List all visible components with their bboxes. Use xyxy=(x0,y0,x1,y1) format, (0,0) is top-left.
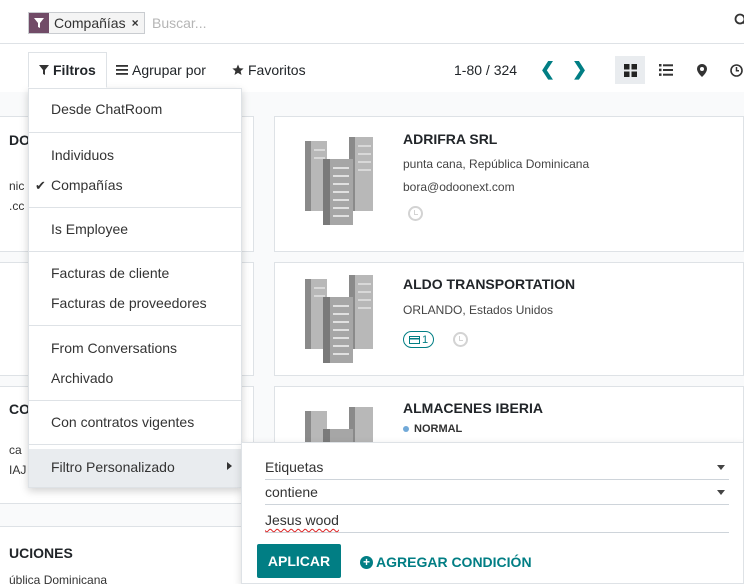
card-text-fragment: nic xyxy=(9,179,25,193)
card-email: bora@odoonext.com xyxy=(403,180,515,194)
search-bar: Compañías × xyxy=(0,0,744,44)
card-text-fragment: ca xyxy=(9,443,22,457)
control-panel: Filtros Agrupar por Favoritos 1-80 / 324… xyxy=(0,48,744,92)
card-name: ALMACENES IBERIA xyxy=(403,400,544,416)
custom-filter-label: Filtro Personalizado xyxy=(51,459,175,475)
kanban-card[interactable]: UCIONES ública Dominicana xyxy=(0,526,254,584)
caret-right-icon xyxy=(227,462,232,470)
filters-dropdown: Desde ChatRoom Individuos ✔ Compañías Is… xyxy=(28,88,242,488)
filter-item-from-conversations[interactable]: From Conversations xyxy=(51,340,177,356)
custom-filter-panel: Etiquetas contiene Jesus wood APLICAR + … xyxy=(241,442,744,584)
activity-view-button[interactable] xyxy=(721,56,744,84)
card-status-label: NORMAL xyxy=(414,423,463,435)
facet-label: Compañías xyxy=(54,15,126,31)
check-icon: ✔ xyxy=(35,178,46,193)
status-dot-icon xyxy=(403,426,409,433)
favorites-label: Favoritos xyxy=(248,62,306,78)
star-icon xyxy=(232,64,244,75)
card-location: ORLANDO, Estados Unidos xyxy=(403,303,554,317)
search-facet: Compañías × xyxy=(28,12,145,34)
add-condition-label: AGREGAR CONDICIÓN xyxy=(376,554,532,570)
group-by-button[interactable]: Agrupar por xyxy=(116,62,206,78)
invoice-badge[interactable]: 1 xyxy=(403,331,435,348)
caret-down-icon xyxy=(717,490,725,495)
operator-select-value: contiene xyxy=(265,484,318,500)
caret-down-icon xyxy=(717,465,725,470)
card-icon xyxy=(409,335,420,344)
filter-item-facturas-proveedores[interactable]: Facturas de proveedores xyxy=(51,295,207,311)
value-input[interactable]: Jesus wood xyxy=(265,509,729,533)
divider xyxy=(29,132,241,133)
apply-button[interactable]: APLICAR xyxy=(257,544,341,578)
list-icon xyxy=(659,64,673,76)
divider xyxy=(29,251,241,252)
group-by-icon xyxy=(116,65,128,75)
card-status: NORMAL xyxy=(403,423,462,435)
field-select[interactable]: Etiquetas xyxy=(265,456,729,480)
card-name-fragment: UCIONES xyxy=(9,545,73,561)
search-input[interactable] xyxy=(152,13,552,33)
filter-item-facturas-cliente[interactable]: Facturas de cliente xyxy=(51,265,169,281)
group-by-label: Agrupar por xyxy=(132,62,206,78)
pager-next-icon[interactable]: ❯ xyxy=(572,59,587,80)
activity-clock-icon[interactable] xyxy=(453,332,468,347)
map-marker-icon xyxy=(697,63,707,77)
map-view-button[interactable] xyxy=(687,56,717,84)
filter-item-desde-chatroom[interactable]: Desde ChatRoom xyxy=(51,101,162,117)
clock-icon xyxy=(729,63,743,77)
kanban-view-button[interactable] xyxy=(615,56,645,84)
facet-remove-button[interactable]: × xyxy=(130,16,144,30)
kanban-card[interactable]: ADRIFRA SRL punta cana, República Domini… xyxy=(274,116,744,252)
activity-clock-icon[interactable] xyxy=(408,206,423,221)
card-text-fragment: ública Dominicana xyxy=(9,573,108,584)
card-name-fragment: DO xyxy=(9,132,30,148)
list-view-button[interactable] xyxy=(651,56,681,84)
card-name: ADRIFRA SRL xyxy=(403,131,498,147)
card-name-fragment: CO xyxy=(9,401,30,417)
filter-item-is-employee[interactable]: Is Employee xyxy=(51,221,128,237)
value-input-text: Jesus wood xyxy=(265,512,339,528)
company-building-image xyxy=(305,275,373,363)
filter-facet-icon xyxy=(29,13,49,33)
filter-icon xyxy=(39,65,49,75)
divider xyxy=(29,325,241,326)
pager-value[interactable]: 1-80 / 324 xyxy=(454,62,517,78)
filter-item-companias[interactable]: Compañías xyxy=(51,177,123,193)
filters-button[interactable]: Filtros xyxy=(28,52,107,88)
pager-previous-icon[interactable]: ❮ xyxy=(540,59,555,80)
company-building-image xyxy=(305,137,373,225)
add-condition-button[interactable]: + AGREGAR CONDICIÓN xyxy=(360,554,532,570)
custom-filter-toggle[interactable]: Filtro Personalizado xyxy=(29,449,241,487)
filters-label: Filtros xyxy=(53,62,96,78)
filter-item-contratos-vigentes[interactable]: Con contratos vigentes xyxy=(51,414,194,430)
divider xyxy=(29,207,241,208)
card-text-fragment: .cc xyxy=(9,199,25,213)
field-select-value: Etiquetas xyxy=(265,459,324,475)
kanban-card[interactable]: ALDO TRANSPORTATION ORLANDO, Estados Uni… xyxy=(274,262,744,376)
card-location: punta cana, República Dominicana xyxy=(403,157,590,171)
divider xyxy=(29,400,241,401)
filter-item-individuos[interactable]: Individuos xyxy=(51,147,114,163)
card-text-fragment: IAJ xyxy=(9,463,27,477)
invoice-badge-count: 1 xyxy=(422,333,429,346)
divider xyxy=(29,444,241,445)
favorites-button[interactable]: Favoritos xyxy=(232,62,306,78)
kanban-icon xyxy=(623,63,637,77)
card-name: ALDO TRANSPORTATION xyxy=(403,276,576,292)
filter-item-archivado[interactable]: Archivado xyxy=(51,370,113,386)
search-icon[interactable] xyxy=(734,13,744,30)
plus-circle-icon: + xyxy=(360,555,373,569)
operator-select[interactable]: contiene xyxy=(265,481,729,505)
